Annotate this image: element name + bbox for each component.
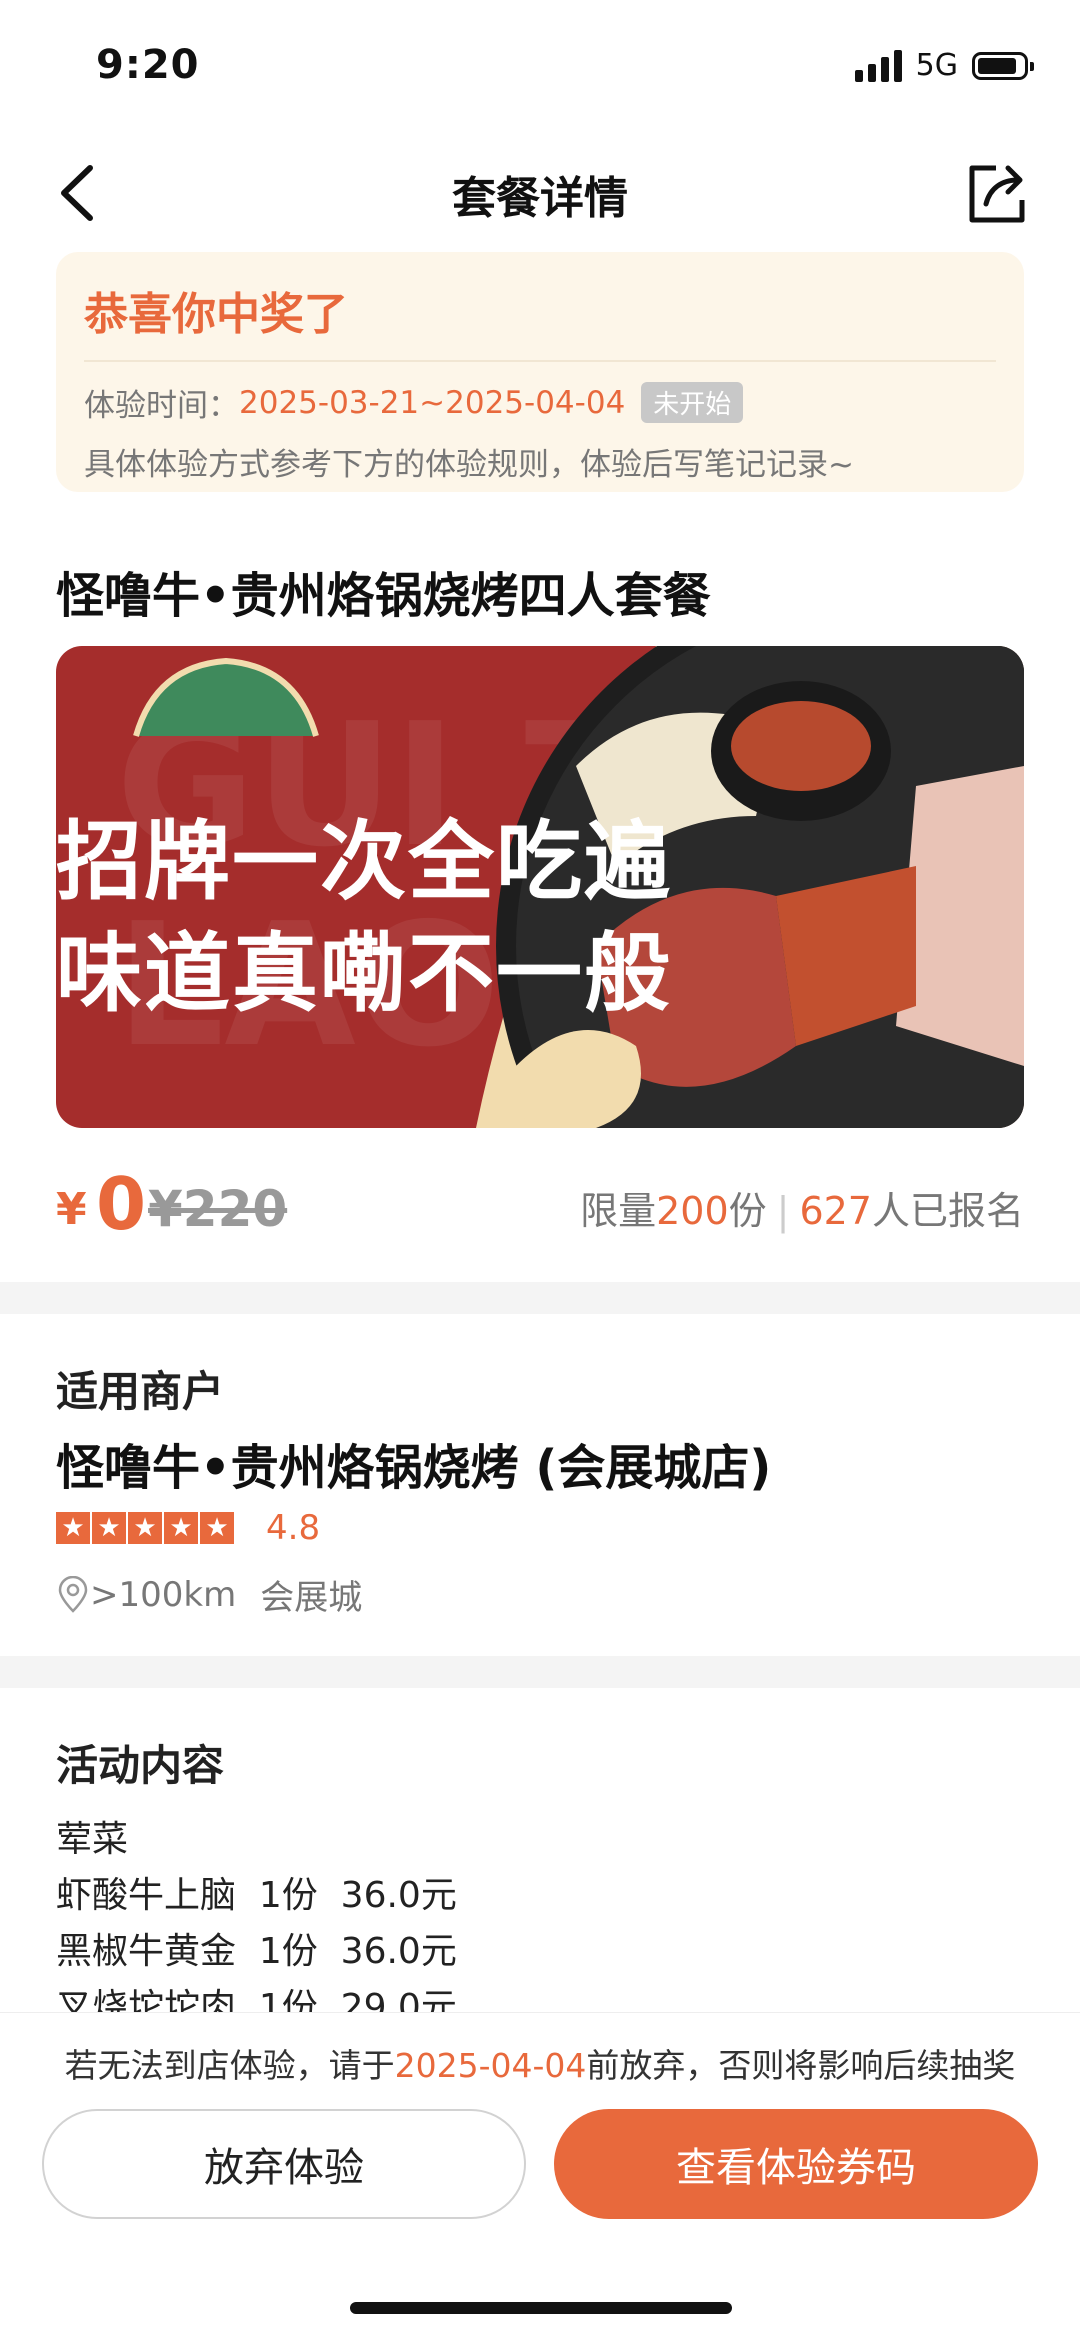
package-banner[interactable]: GUI Z LAO 招牌一次全吃遍 味道真嘞不一般 (56, 646, 1024, 1128)
abandon-notice: 若无法到店体验，请于2025-04-04前放弃，否则将影响后续抽奖 (0, 2039, 1080, 2087)
share-icon[interactable] (956, 154, 1036, 234)
menu-item: 虾酸牛上脑 1份 36.0元 (56, 1875, 457, 1916)
price-row: ¥ 0 ¥220 限量200份 | 627人已报名 (56, 1162, 1024, 1246)
status-icons: 5G (854, 48, 1034, 83)
location-row[interactable]: >100km 会展城 (56, 1570, 362, 1619)
battery-icon (972, 51, 1034, 80)
status-badge: 未开始 (641, 382, 744, 423)
package-title: 怪噜牛•贵州烙锅烧烤四人套餐 (56, 568, 711, 624)
banner-slogan: 招牌一次全吃遍 味道真嘞不一般 (56, 806, 672, 1030)
location-pin-icon (58, 1575, 88, 1613)
notice-prefix: 若无法到店体验，请于 (64, 2046, 395, 2085)
area-name: 会展城 (260, 1578, 363, 1618)
view-code-button[interactable]: 查看体验券码 (554, 2109, 1038, 2219)
experience-note: 具体体验方式参考下方的体验规则，体验后写笔记记录~ (84, 447, 854, 483)
section-gap (0, 1282, 1080, 1314)
divider (84, 360, 996, 362)
limit-prefix: 限量 (580, 1189, 657, 1233)
merchant-section-label: 适用商户 (56, 1367, 225, 1416)
separator: | (776, 1189, 790, 1233)
menu-category: 荤菜 (56, 1819, 129, 1860)
nav-bar: 套餐详情 (0, 140, 1080, 250)
signed-suffix: 人已报名 (871, 1189, 1024, 1233)
abandon-button[interactable]: 放弃体验 (42, 2109, 526, 2219)
currency-symbol: ¥ (56, 1184, 87, 1235)
bottom-action-panel: 若无法到店体验，请于2025-04-04前放弃，否则将影响后续抽奖 放弃体验 查… (0, 2012, 1080, 2338)
limit-count: 200 (656, 1189, 729, 1233)
signed-count: 627 (799, 1189, 872, 1233)
star-icon: ★ (128, 1512, 162, 1544)
star-icon: ★ (164, 1512, 198, 1544)
banner-line-2: 味道真嘞不一般 (56, 924, 672, 1024)
original-price: ¥220 (148, 1180, 288, 1238)
activity-menu: 荤菜 虾酸牛上脑 1份 36.0元 黑椒牛黄金 1份 36.0元 叉烧坨坨肉 1… (56, 1812, 1024, 2036)
quota-info: 限量200份 | 627人已报名 (580, 1180, 1024, 1235)
menu-item: 黑椒牛黄金 1份 36.0元 (56, 1931, 457, 1972)
status-bar: 9:20 5G (0, 0, 1080, 130)
period-label: 体验时间： (84, 388, 239, 424)
experience-period: 体验时间： 2025-03-21~2025-04-04 未开始 (84, 380, 996, 425)
signal-icon (854, 49, 902, 82)
rating-row: ★ ★ ★ ★ ★ 4.8 (56, 1508, 320, 1548)
merchant-name[interactable]: 怪噜牛•贵州烙锅烧烤 (会展城店) (56, 1428, 771, 1498)
rating-value: 4.8 (266, 1508, 321, 1548)
activity-section-label: 活动内容 (56, 1741, 225, 1790)
banner-line-1: 招牌一次全吃遍 (56, 812, 672, 912)
star-icon: ★ (200, 1512, 234, 1544)
home-indicator (350, 2302, 732, 2314)
status-time: 9:20 (96, 42, 200, 88)
win-card: 恭喜你中奖了 体验时间： 2025-03-21~2025-04-04 未开始 具… (56, 252, 1024, 492)
notice-date: 2025-04-04 (394, 2046, 587, 2085)
period-dates: 2025-03-21~2025-04-04 (239, 384, 626, 421)
limit-suffix: 份 (728, 1189, 767, 1233)
page-title: 套餐详情 (452, 173, 628, 224)
star-icon: ★ (56, 1512, 90, 1544)
notice-suffix: 前放弃，否则将影响后续抽奖 (586, 2046, 1016, 2085)
win-title: 恭喜你中奖了 (84, 289, 348, 340)
star-rating: ★ ★ ★ ★ ★ (56, 1512, 234, 1544)
network-label: 5G (915, 48, 958, 83)
section-gap (0, 1656, 1080, 1688)
star-icon: ★ (92, 1512, 126, 1544)
current-price: 0 (96, 1162, 147, 1246)
distance: >100km (90, 1574, 237, 1615)
